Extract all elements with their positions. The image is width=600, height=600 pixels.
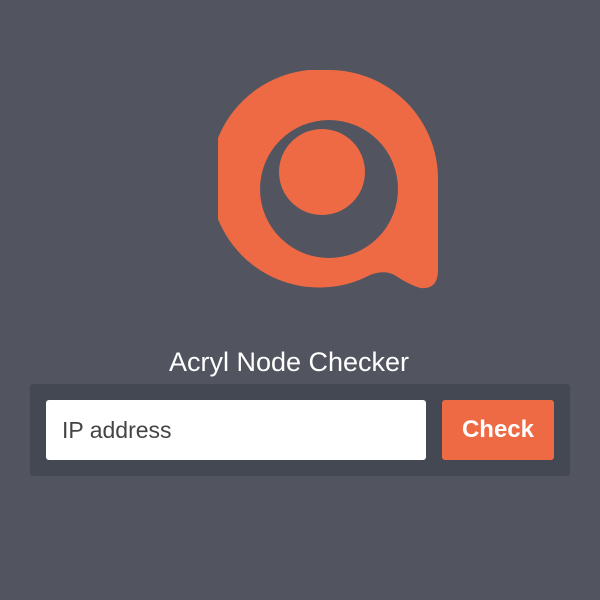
check-button[interactable]: Check xyxy=(442,400,554,460)
page-title: Acryl Node Checker xyxy=(168,347,410,377)
ip-check-form: Check xyxy=(30,384,570,476)
ip-address-input[interactable] xyxy=(46,400,426,460)
acryl-logo-icon xyxy=(218,70,440,292)
app-page: { "app": { "title": "Acryl Node Checker"… xyxy=(0,0,600,600)
